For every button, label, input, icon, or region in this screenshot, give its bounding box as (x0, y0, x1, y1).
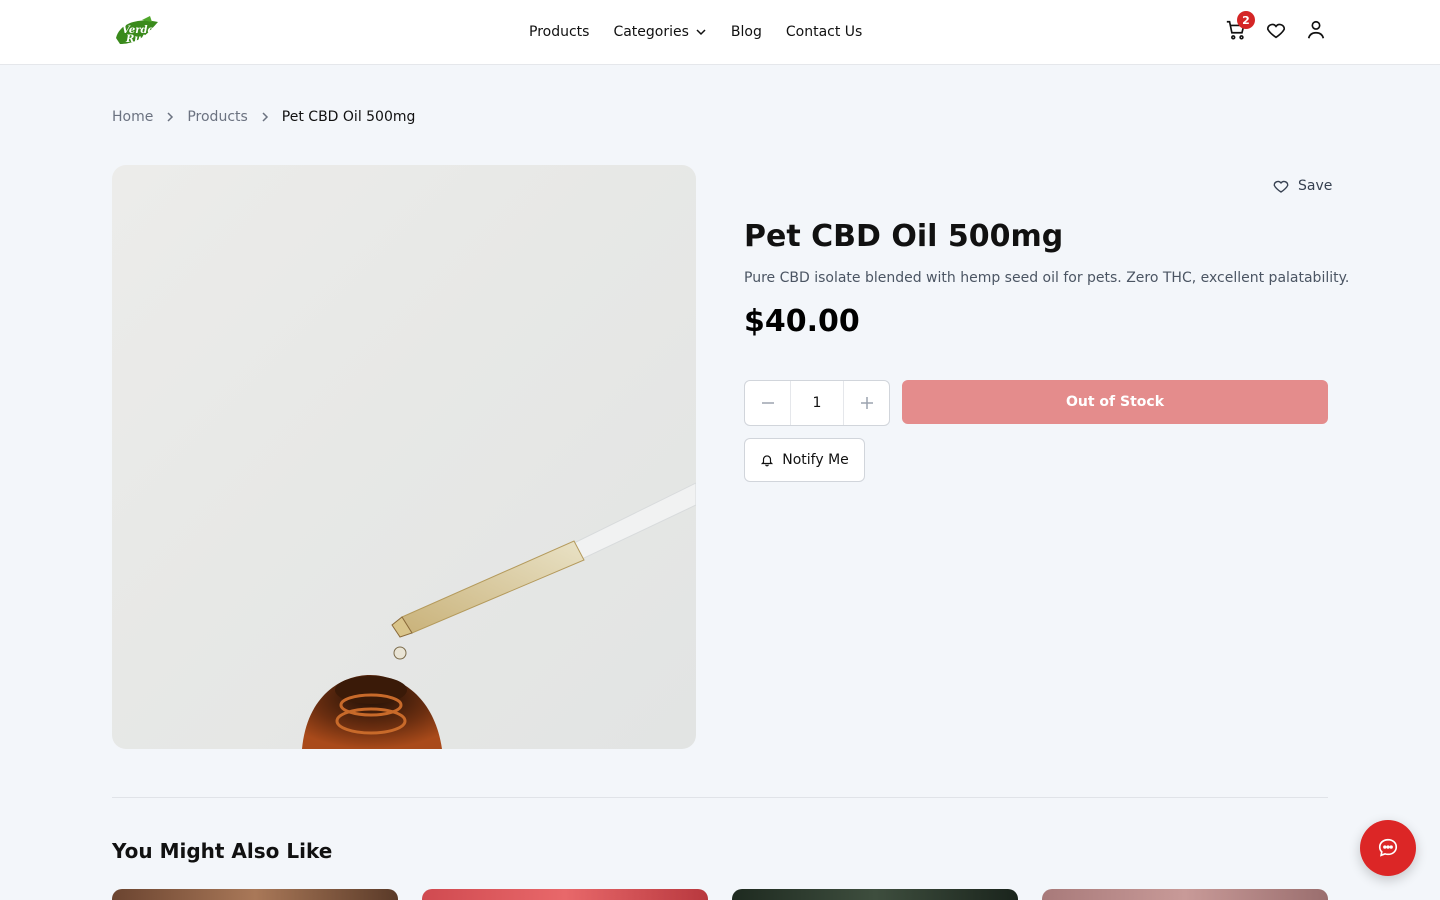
notify-label: Notify Me (782, 452, 849, 468)
heart-icon (1273, 180, 1289, 193)
product-title: Pet CBD Oil 500mg (744, 219, 1064, 254)
nav-contact[interactable]: Contact Us (786, 22, 862, 42)
related-product-card[interactable] (112, 889, 398, 900)
nav-products-label: Products (529, 24, 590, 40)
breadcrumb-products[interactable]: Products (187, 109, 247, 125)
save-button[interactable]: Save (1272, 177, 1332, 195)
main-nav: Products Categories Blog Contact Us (529, 22, 862, 42)
save-label: Save (1298, 178, 1333, 194)
nav-categories[interactable]: Categories (613, 22, 706, 42)
chat-icon (1378, 838, 1398, 857)
out-of-stock-button[interactable]: Out of Stock (902, 380, 1328, 424)
related-product-card[interactable] (1042, 889, 1328, 900)
minus-icon (761, 402, 774, 404)
user-icon (1307, 20, 1325, 39)
chevron-right-icon (167, 112, 174, 122)
product-description: Pure CBD isolate blended with hemp seed … (744, 270, 1350, 286)
quantity-decrease-button[interactable] (745, 381, 790, 425)
header-actions: 2 (1224, 11, 1328, 44)
product-image (112, 165, 696, 749)
account-button[interactable] (1304, 16, 1328, 44)
nav-blog-label: Blog (730, 24, 762, 40)
breadcrumb: Home Products Pet CBD Oil 500mg (112, 109, 415, 125)
nav-blog[interactable]: Blog (731, 22, 762, 42)
section-divider (112, 797, 1328, 798)
quantity-stepper: 1 (744, 380, 890, 426)
plus-icon (860, 397, 873, 409)
breadcrumb-home[interactable]: Home (112, 109, 153, 125)
nav-products[interactable]: Products (529, 22, 589, 42)
heart-icon (1266, 23, 1286, 39)
svg-text:Ruta: Ruta (125, 34, 153, 45)
related-product-card[interactable] (732, 889, 1018, 900)
nav-categories-label: Categories (613, 24, 689, 40)
quantity-input[interactable]: 1 (790, 381, 844, 425)
related-product-card[interactable] (422, 889, 708, 900)
brand-logo[interactable]: Verde Ruta (112, 14, 162, 50)
wishlist-button[interactable] (1264, 16, 1288, 44)
bell-icon (761, 455, 774, 467)
notify-me-button[interactable]: Notify Me (744, 438, 865, 482)
related-title: You Might Also Like (112, 839, 333, 863)
chevron-right-icon (262, 112, 268, 122)
nav-contact-label: Contact Us (785, 24, 863, 40)
cart-count-badge: 2 (1237, 11, 1255, 29)
site-header: Verde Ruta Products Categories Blog Cont… (0, 0, 1440, 65)
product-price: $40.00 (744, 304, 860, 339)
cart-button[interactable]: 2 (1224, 11, 1255, 44)
related-products (112, 889, 1328, 900)
chevron-down-icon (696, 29, 706, 36)
chat-button[interactable] (1360, 820, 1416, 876)
breadcrumb-current: Pet CBD Oil 500mg (281, 109, 416, 125)
quantity-increase-button[interactable] (844, 381, 889, 425)
